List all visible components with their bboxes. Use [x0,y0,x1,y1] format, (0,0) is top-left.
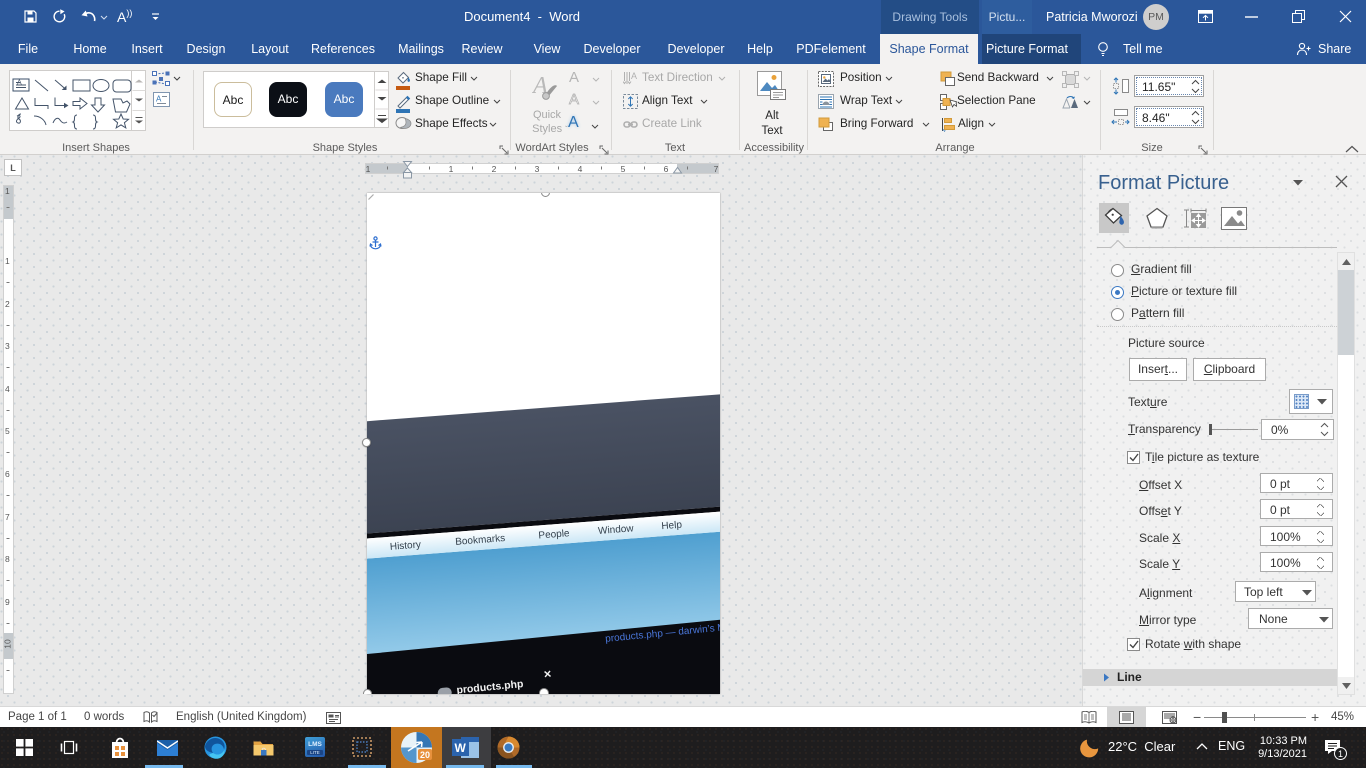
svg-text:A: A [156,95,162,104]
svg-text:A: A [17,80,22,87]
svg-text:W: W [455,741,467,755]
svg-text:20: 20 [420,750,430,760]
svg-text:A: A [631,71,637,81]
